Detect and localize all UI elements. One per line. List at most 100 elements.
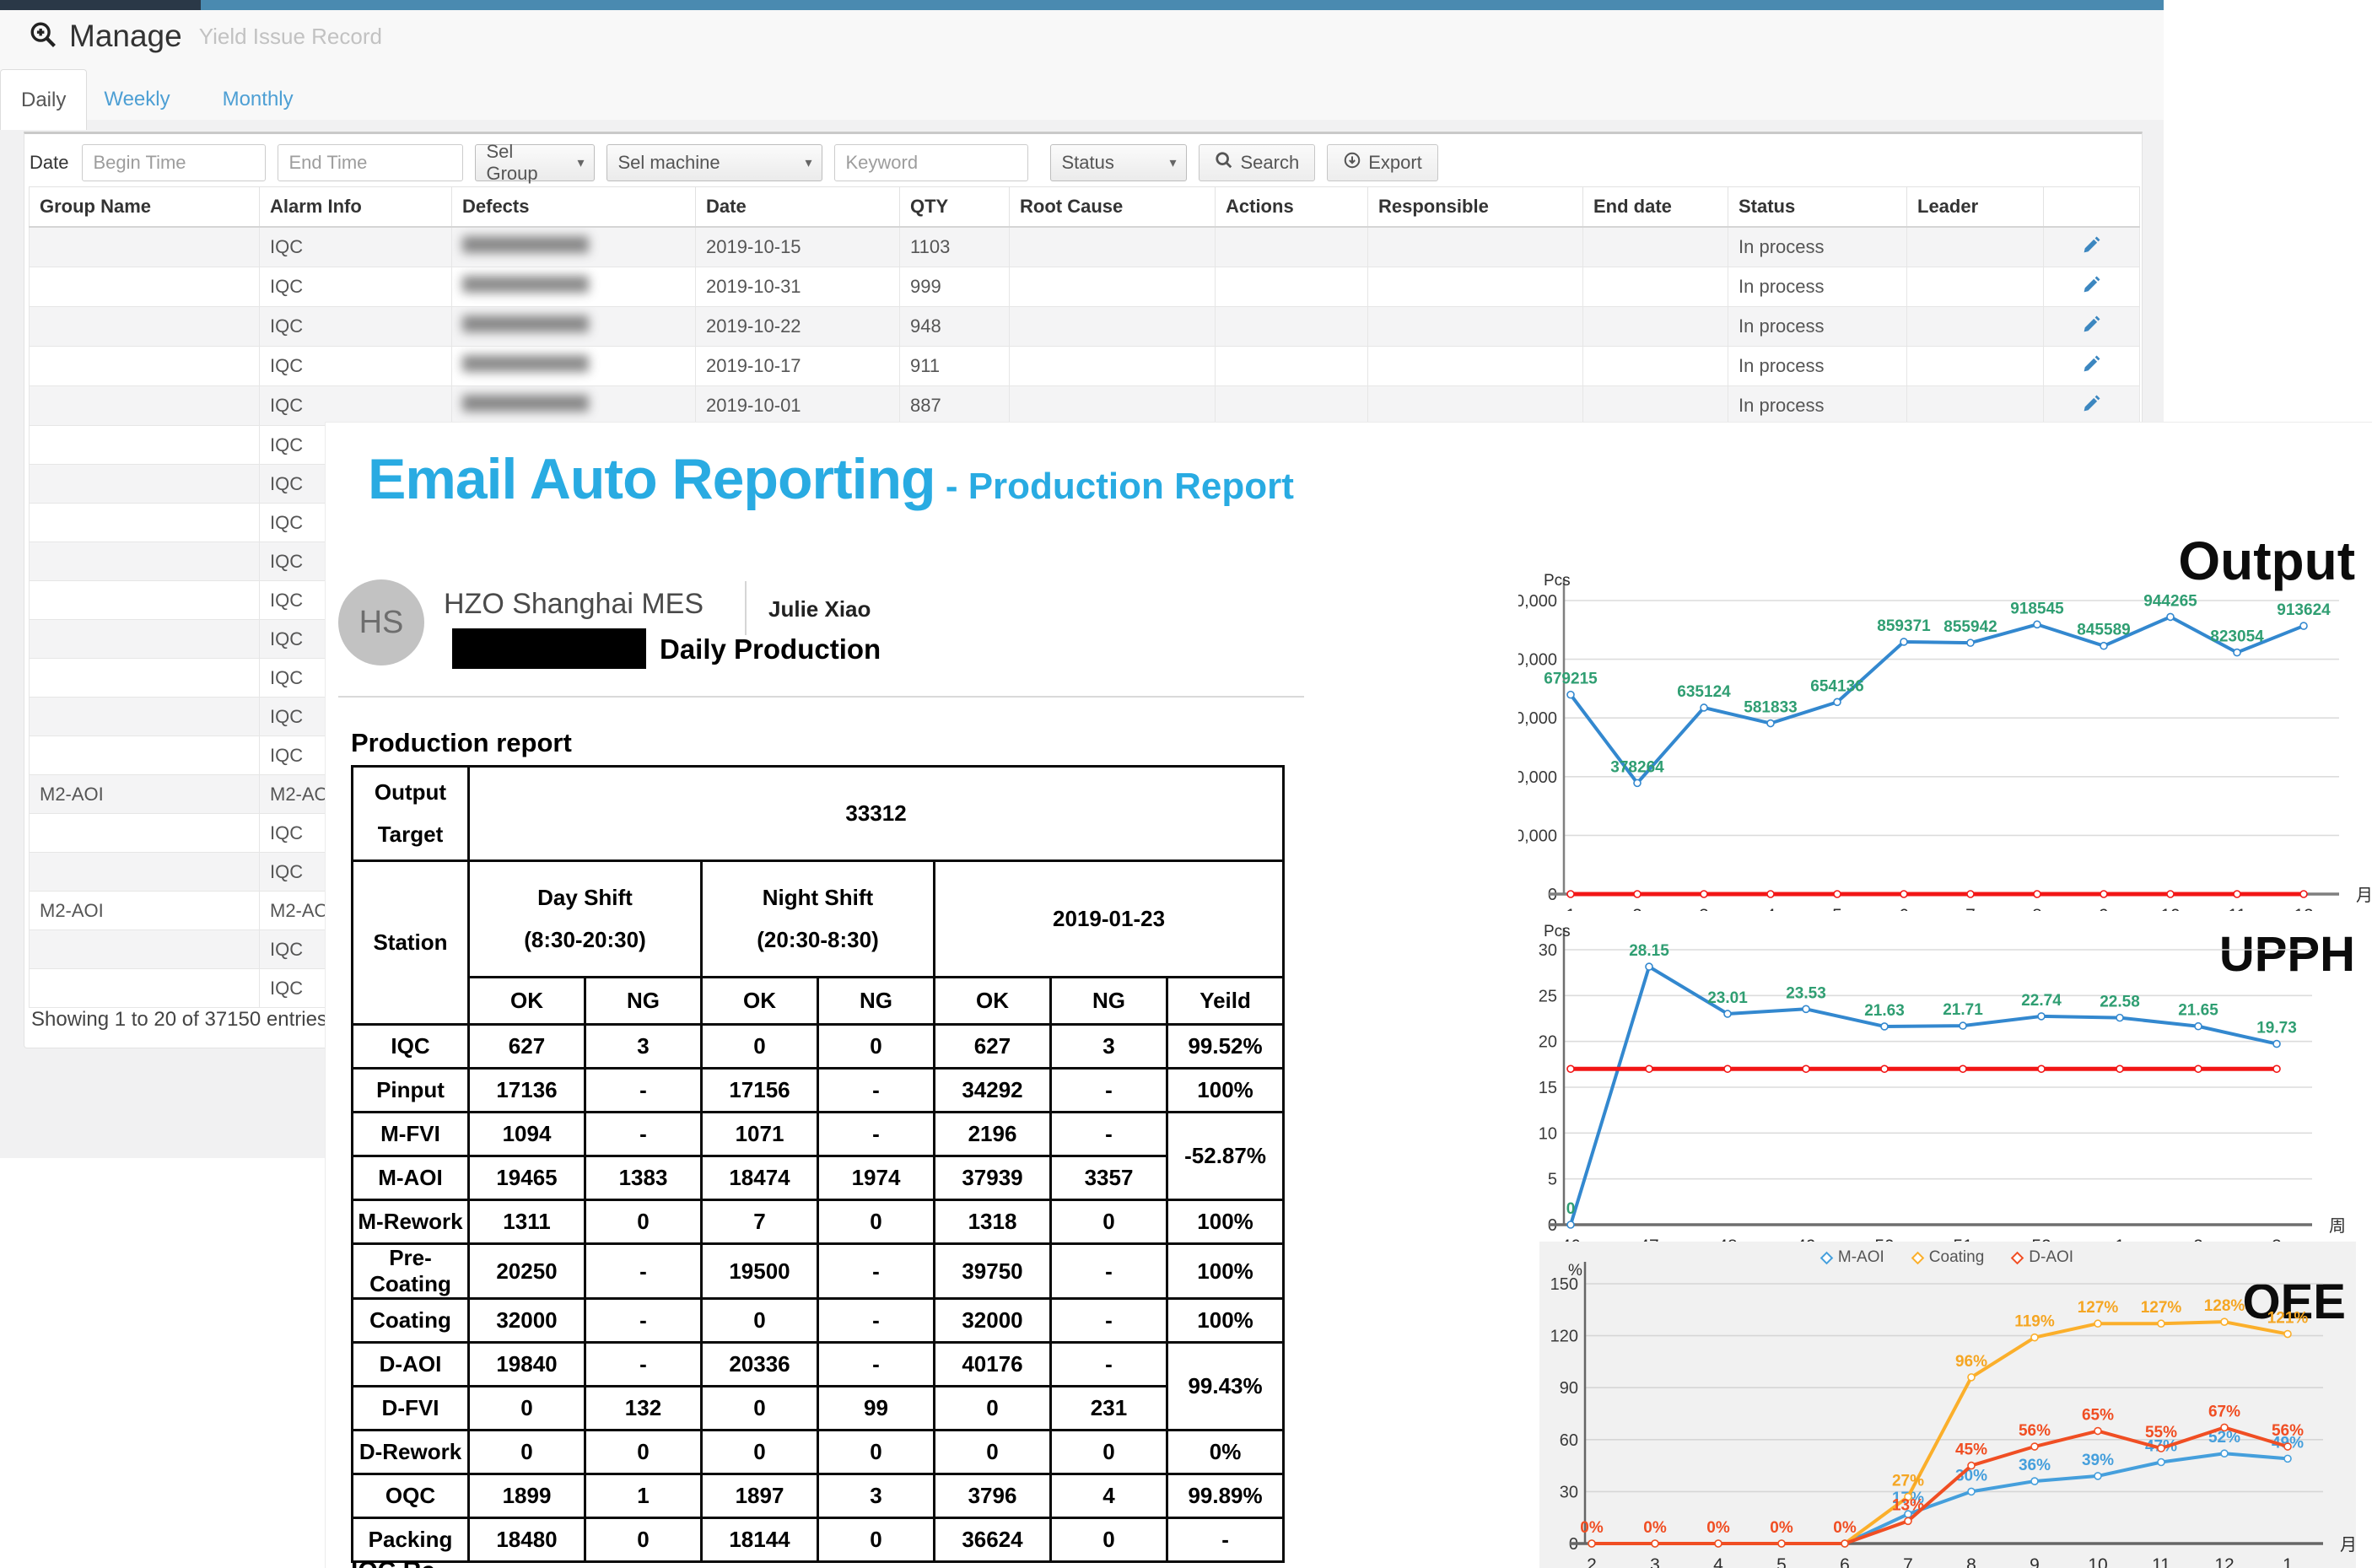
svg-text:823054: 823054: [2210, 628, 2264, 646]
keyword-input[interactable]: [834, 144, 1028, 181]
svg-text:845589: 845589: [2077, 622, 2130, 639]
table-cell: [30, 347, 260, 386]
group-select[interactable]: Sel Group▾: [475, 144, 595, 181]
value-cell: -: [585, 1299, 702, 1343]
table-cell: [1368, 347, 1583, 386]
tab-daily[interactable]: Daily: [0, 69, 87, 130]
value-cell: 0: [585, 1431, 702, 1474]
sender-name: Julie Xiao: [768, 596, 871, 622]
edit-pencil-icon[interactable]: [2082, 393, 2102, 413]
column-header: Alarm Info: [260, 187, 452, 228]
svg-text:12: 12: [2214, 1555, 2234, 1568]
value-cell: 0: [585, 1518, 702, 1562]
end-time-input[interactable]: [278, 144, 463, 181]
table-cell: 948: [900, 307, 1010, 347]
report-date-header: 2019-01-23: [935, 861, 1284, 978]
redacted-subject-prefix: [452, 628, 646, 669]
svg-text:23.53: 23.53: [1786, 984, 1826, 1002]
table-cell: [1010, 347, 1216, 386]
value-cell: 0: [702, 1387, 818, 1431]
svg-text:8: 8: [1966, 1555, 1976, 1568]
value-cell: 39750: [935, 1244, 1051, 1299]
station-header: Station: [353, 861, 469, 1025]
tab-bar: Daily Weekly Monthly: [0, 69, 329, 130]
value-cell: 1094: [469, 1113, 585, 1156]
table-cell: [30, 386, 260, 426]
svg-text:944265: 944265: [2143, 592, 2197, 610]
yield-cell: 99.43%: [1167, 1343, 1284, 1431]
value-cell: 20336: [702, 1343, 818, 1387]
table-cell: 887: [900, 386, 1010, 426]
row-actions-cell: [2044, 267, 2140, 307]
svg-text:635124: 635124: [1677, 683, 1731, 701]
table-cell: [1368, 267, 1583, 307]
value-cell: -: [1051, 1069, 1167, 1113]
search-button[interactable]: Search: [1199, 144, 1315, 181]
begin-time-input[interactable]: [82, 144, 266, 181]
value-cell: -: [585, 1113, 702, 1156]
table-cell: In process: [1728, 386, 1907, 426]
table-cell: [1583, 307, 1728, 347]
edit-pencil-icon[interactable]: [2082, 314, 2102, 334]
svg-text:9: 9: [2030, 1555, 2040, 1568]
table-cell: 2019-10-31: [696, 267, 900, 307]
value-cell: 32000: [469, 1299, 585, 1343]
yield-cell: 100%: [1167, 1069, 1284, 1113]
svg-text:13%: 13%: [1892, 1496, 1924, 1514]
value-cell: -: [585, 1069, 702, 1113]
svg-text:0: 0: [1566, 1200, 1576, 1218]
station-name: IQC: [353, 1025, 469, 1069]
svg-text:56%: 56%: [2019, 1422, 2051, 1440]
page: Manage Yield Issue Record Daily Weekly M…: [0, 0, 2372, 1568]
tab-monthly[interactable]: Monthly: [206, 88, 329, 111]
svg-text:23.01: 23.01: [1707, 989, 1748, 1007]
yield-cell: -52.87%: [1167, 1113, 1284, 1200]
table-cell: [30, 620, 260, 659]
edit-pencil-icon[interactable]: [2082, 234, 2102, 255]
edit-pencil-icon[interactable]: [2082, 353, 2102, 374]
value-cell: 0: [1051, 1431, 1167, 1474]
svg-text:%: %: [1568, 1262, 1582, 1280]
shift-subheader: OK: [935, 978, 1051, 1025]
table-cell: [30, 853, 260, 892]
svg-text:5: 5: [1548, 1171, 1557, 1189]
value-cell: 3: [1051, 1025, 1167, 1069]
table-cell: [30, 426, 260, 465]
table-cell: [1010, 227, 1216, 267]
date-label: Date: [30, 152, 68, 174]
column-header: Status: [1728, 187, 1907, 228]
value-cell: 19500: [702, 1244, 818, 1299]
column-header: Defects: [452, 187, 696, 228]
machine-select[interactable]: Sel machine▾: [606, 144, 822, 181]
value-cell: -: [1051, 1299, 1167, 1343]
value-cell: 37939: [935, 1156, 1051, 1200]
value-cell: 17136: [469, 1069, 585, 1113]
table-cell: [1216, 307, 1368, 347]
tab-weekly[interactable]: Weekly: [87, 88, 205, 111]
value-cell: 627: [935, 1025, 1051, 1069]
edit-pencil-icon[interactable]: [2082, 274, 2102, 294]
svg-text:7: 7: [1965, 906, 1976, 911]
station-row: D-Rework0000000%: [353, 1431, 1284, 1474]
yield-cell: 100%: [1167, 1299, 1284, 1343]
status-select[interactable]: Status▾: [1050, 144, 1187, 181]
column-header: Leader: [1907, 187, 2044, 228]
yield-cell: 100%: [1167, 1244, 1284, 1299]
table-cell: [30, 581, 260, 620]
table-cell: 911: [900, 347, 1010, 386]
column-header: QTY: [900, 187, 1010, 228]
svg-text:127%: 127%: [2141, 1299, 2182, 1317]
svg-text:0%: 0%: [1643, 1519, 1667, 1537]
table-cell: In process: [1728, 267, 1907, 307]
table-cell: [1216, 267, 1368, 307]
value-cell: 1383: [585, 1156, 702, 1200]
email-subject: Daily Production: [660, 633, 881, 665]
export-button[interactable]: Export: [1327, 144, 1438, 181]
table-cell: [1907, 386, 2044, 426]
value-cell: 4: [1051, 1474, 1167, 1518]
svg-text:65%: 65%: [2082, 1407, 2114, 1425]
yield-cell: 0%: [1167, 1431, 1284, 1474]
value-cell: 231: [1051, 1387, 1167, 1431]
table-cell: In process: [1728, 227, 1907, 267]
table-cell: [1010, 307, 1216, 347]
